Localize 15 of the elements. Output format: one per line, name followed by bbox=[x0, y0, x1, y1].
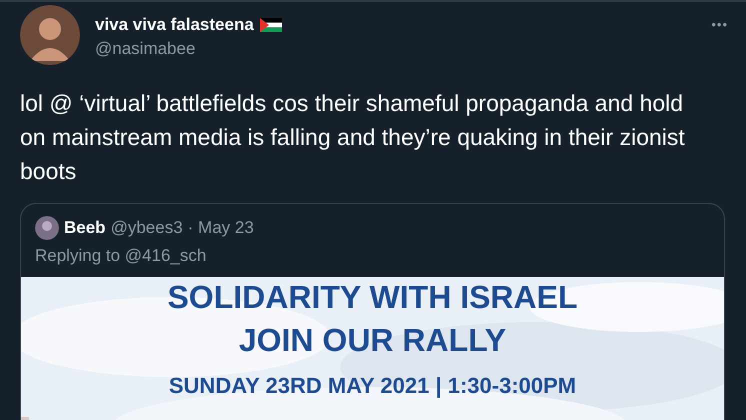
username: @ybees3 bbox=[110, 218, 183, 238]
poster-text: SOLIDARITY WITH ISRAEL bbox=[167, 279, 578, 316]
display-name[interactable]: viva viva falasteena bbox=[95, 15, 254, 35]
replying-to: Replying to @416_sch bbox=[34, 245, 208, 266]
more-button[interactable]: ••• bbox=[707, 17, 732, 32]
quoted-tweet[interactable]: Beeb @ybees3 · May 23 Replying to @416_sch SOLIDARITY WITH ISRAEL JOIN OUR RALLY SUNDAY 23RD MAY 2021 | 1:30-3:00PM bbox=[20, 203, 725, 420]
flag-icon bbox=[260, 18, 282, 32]
display-name: Beeb bbox=[64, 218, 106, 238]
poster-text: SUNDAY 23RD MAY 2021 | 1:30-3:00PM bbox=[168, 373, 576, 399]
tweet-date: · May 23 bbox=[188, 218, 254, 238]
username[interactable]: @nasimabee bbox=[95, 39, 692, 59]
poster-text: JOIN OUR RALLY bbox=[238, 322, 506, 359]
tweet-text: lol @ ‘virtual’ battlefields cos their shameful propaganda and hold on mainstream media is falling and they’re quaking in their zionist boots bbox=[20, 89, 686, 186]
avatar bbox=[35, 216, 59, 240]
avatar[interactable] bbox=[20, 5, 80, 65]
